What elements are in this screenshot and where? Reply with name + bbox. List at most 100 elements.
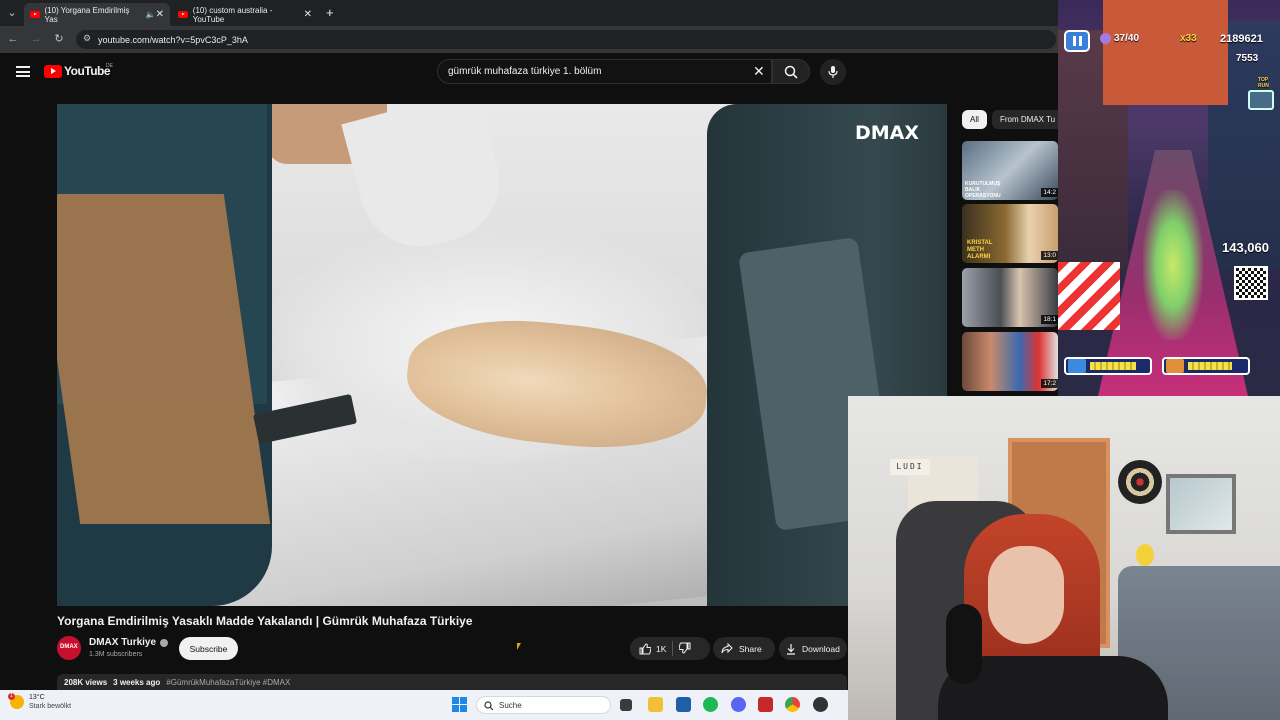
description-box[interactable]: 208K views 3 weeks ago #GümrükMuhafazaTü… xyxy=(57,674,847,691)
region-code: DE xyxy=(106,63,113,69)
picture-frame xyxy=(1166,474,1236,534)
game-character xyxy=(1143,190,1203,340)
thumbnail-caption: KRISTAL METH ALARMI xyxy=(967,240,993,260)
youtube-favicon-icon xyxy=(30,11,40,18)
wall-sign: LUDI xyxy=(890,459,930,475)
share-label: Share xyxy=(739,643,762,654)
site-info-icon[interactable]: ⚙ xyxy=(83,33,91,44)
view-count: 208K views xyxy=(64,678,108,687)
chrome-icon[interactable] xyxy=(785,697,800,712)
qr-code xyxy=(1234,266,1268,300)
weather-condition: Stark bewölkt xyxy=(29,703,72,710)
new-tab-button[interactable]: + xyxy=(326,5,334,20)
microphone-icon xyxy=(828,66,838,78)
download-button[interactable]: Download xyxy=(779,637,847,660)
recommendation-thumbnail[interactable]: 18:1 xyxy=(962,268,1058,327)
pause-icon[interactable] xyxy=(1064,30,1090,52)
thumbnail-caption: KURUTULMUŞ BALIK OPERASYONU xyxy=(965,181,1001,199)
menu-icon[interactable] xyxy=(16,66,30,77)
video-duration: 17:2 xyxy=(1041,379,1058,388)
webcam-feed: LUDI xyxy=(848,396,1280,720)
discord-icon[interactable] xyxy=(731,697,746,712)
jetpack-icon xyxy=(1166,359,1184,373)
dartboard xyxy=(1118,460,1162,504)
search-icon xyxy=(784,65,798,79)
windows-start-icon[interactable] xyxy=(452,697,467,712)
download-label: Download xyxy=(802,643,840,654)
hashtags[interactable]: #GümrükMuhafazaTürkiye #DMAX xyxy=(166,678,290,687)
game-score: 2189621 xyxy=(1220,33,1263,45)
powerup-fill-left xyxy=(1090,362,1137,370)
tab-custom-australia[interactable]: (10) custom australia - YouTube ✕ xyxy=(172,3,318,26)
weather-widget[interactable]: 1 13°C Stark bewölkt xyxy=(8,693,72,711)
file-explorer-icon[interactable] xyxy=(648,697,663,712)
tab-title: (10) Yorgana Emdirilmiş Yas xyxy=(44,5,130,24)
chip-from-channel[interactable]: From DMAX Tu xyxy=(992,110,1058,129)
speaker-icon[interactable]: 🔈 xyxy=(146,10,156,19)
search-input[interactable]: gümrük muhafaza türkiye 1. bölüm xyxy=(437,59,772,84)
powerup-bar-left xyxy=(1064,357,1152,375)
next-score: 143,060 xyxy=(1222,240,1269,255)
youtube-logo[interactable]: YouTube DE xyxy=(44,63,113,78)
download-icon xyxy=(787,643,795,655)
tab-title: (10) custom australia - YouTube xyxy=(192,5,273,24)
search-button[interactable] xyxy=(772,59,810,84)
share-icon xyxy=(721,642,733,653)
magnet-icon xyxy=(1068,359,1086,373)
video-player[interactable]: DMAX xyxy=(57,104,947,606)
address-bar[interactable]: ⚙ youtube.com/watch?v=5pvC3cP_3hA xyxy=(76,30,1056,49)
store-icon[interactable] xyxy=(676,697,691,712)
token-icon xyxy=(1100,33,1111,44)
taskbar-search[interactable]: Suche xyxy=(476,696,611,714)
channel-avatar[interactable]: DMAX xyxy=(57,636,81,660)
reload-icon[interactable]: ↻ xyxy=(51,31,67,47)
notification-badge: 1 xyxy=(8,693,15,700)
coin-count: 7553 xyxy=(1236,53,1259,64)
video-duration: 14:2 xyxy=(1041,188,1058,197)
close-tab-icon[interactable]: ✕ xyxy=(156,9,164,20)
recommendation-thumbnail[interactable]: KRISTAL METH ALARMI 13:0 xyxy=(962,204,1058,263)
like-dislike-group: 1K xyxy=(630,637,710,660)
video-duration: 13:0 xyxy=(1041,251,1058,260)
top-run-label: TOP RUN xyxy=(1258,77,1269,89)
upload-age: 3 weeks ago xyxy=(113,678,161,687)
tab-video[interactable]: (10) Yorgana Emdirilmiş Yas 🔈 ✕ xyxy=(24,3,170,26)
taskbar-search-placeholder: Suche xyxy=(499,700,522,710)
channel-name[interactable]: DMAX Turkiye xyxy=(89,637,169,648)
forward-icon[interactable]: → xyxy=(28,31,44,47)
recommendation-thumbnail[interactable]: 17:2 xyxy=(962,332,1058,391)
video-title: Yorgana Emdirilmiş Yasaklı Madde Yakalan… xyxy=(57,614,473,628)
channel-watermark: DMAX xyxy=(855,122,920,144)
tab-list-icon[interactable]: ⌄ xyxy=(4,5,20,21)
microphone xyxy=(946,604,982,684)
voice-search-button[interactable] xyxy=(820,59,846,85)
token-count: 37/40 xyxy=(1114,33,1140,44)
avatar-text: DMAX xyxy=(60,644,78,650)
url-text: youtube.com/watch?v=5pvC3cP_3hA xyxy=(98,34,248,45)
taskbar xyxy=(0,690,848,720)
subscribe-button[interactable]: Subscribe xyxy=(179,637,238,660)
channel-name-text: DMAX Turkiye xyxy=(89,637,157,648)
game-barrier xyxy=(1058,262,1120,330)
thumbs-up-icon xyxy=(639,642,651,654)
like-count: 1K xyxy=(656,643,667,654)
chip-all[interactable]: All xyxy=(962,110,987,129)
video-duration: 18:1 xyxy=(1041,315,1058,324)
clear-search-icon[interactable]: ✕ xyxy=(753,63,765,80)
task-view-icon[interactable] xyxy=(620,699,632,711)
mouse-cursor xyxy=(517,643,521,650)
app-icon[interactable] xyxy=(758,697,773,712)
weather-icon: 1 xyxy=(8,693,24,709)
recommendation-thumbnail[interactable]: KURUTULMUŞ BALIK OPERASYONU 14:2 xyxy=(962,141,1058,200)
share-button[interactable]: Share xyxy=(713,637,775,660)
dislike-button[interactable] xyxy=(678,642,691,656)
spotify-icon[interactable] xyxy=(703,697,718,712)
youtube-favicon-icon xyxy=(178,11,188,18)
obs-icon[interactable] xyxy=(813,697,828,712)
like-button[interactable]: 1K xyxy=(639,642,667,655)
close-tab-icon[interactable]: ✕ xyxy=(304,9,312,20)
back-icon[interactable]: ← xyxy=(5,31,21,47)
logo-text: YouTube xyxy=(64,64,111,78)
temperature: 13°C xyxy=(29,694,45,701)
search-icon xyxy=(484,701,494,711)
